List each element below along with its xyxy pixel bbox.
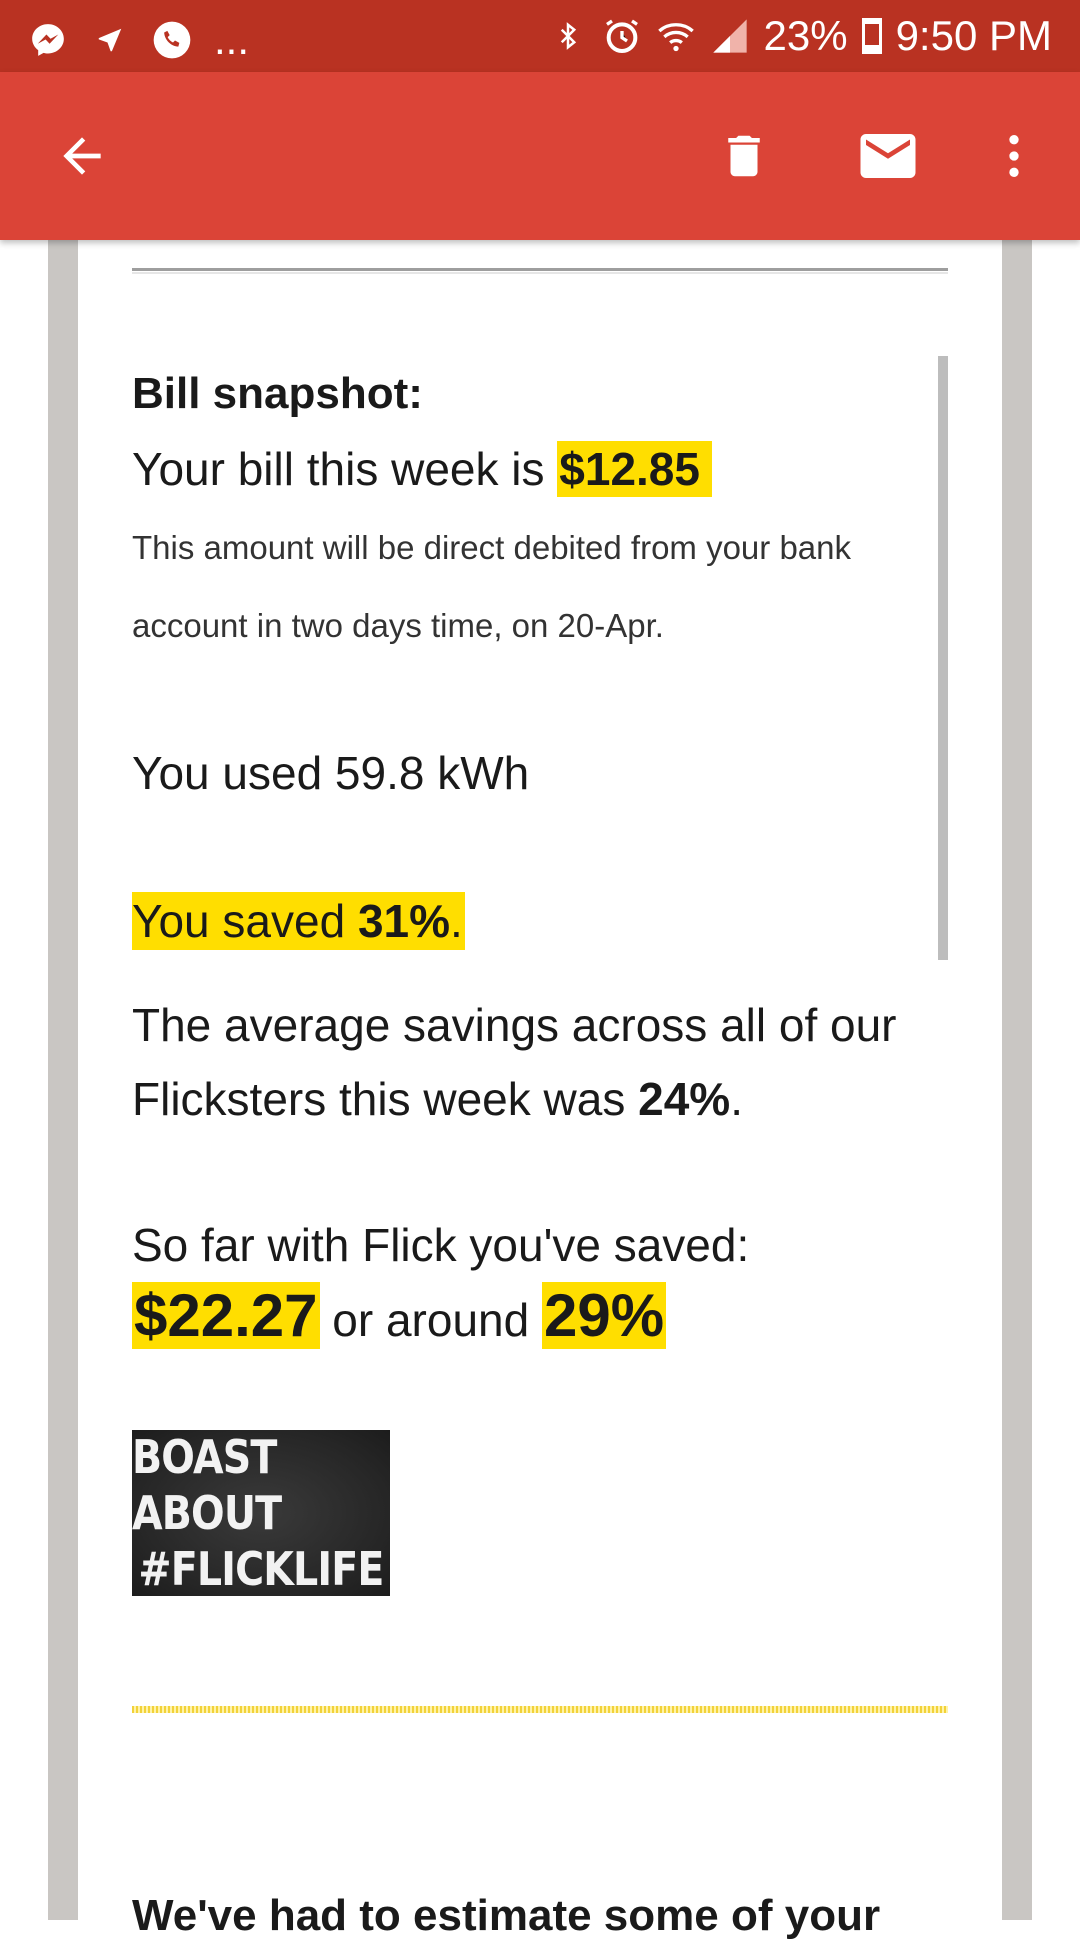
estimate-heading: We've had to estimate some of your: [132, 1891, 881, 1940]
bill-prefix: Your bill this week is: [132, 443, 558, 495]
boast-line-2: #FLICKLIFE: [138, 1542, 384, 1596]
boast-line-1: BOAST ABOUT: [132, 1430, 282, 1540]
clock: 9:50 PM: [895, 12, 1052, 59]
so-far-line: $22.27 or around 29%: [132, 1280, 667, 1356]
so-far-label: So far with Flick you've saved:: [132, 1219, 750, 1271]
wifi-icon: [656, 16, 696, 56]
debit-line-2: account in two days time, on 20-Apr.: [132, 607, 664, 644]
average-line-1: The average savings across all of our: [132, 999, 897, 1051]
usage-text: You used 59.8 kWh: [132, 747, 530, 799]
delete-button[interactable]: [704, 116, 784, 196]
trash-icon: [728, 135, 760, 177]
average-prefix: Flicksters this week was: [132, 1073, 639, 1125]
messenger-icon: [28, 20, 68, 60]
bluetooth-icon: [548, 16, 588, 56]
average-line-2: Flicksters this week was 24%.: [132, 1070, 743, 1128]
mail-icon: [860, 134, 916, 178]
so-far-amount: $22.27: [132, 1282, 320, 1349]
navigation-icon: [90, 20, 130, 60]
back-arrow-icon: [63, 137, 101, 175]
app-bar: [0, 72, 1080, 240]
average-percent: 24%: [638, 1073, 731, 1125]
debit-line-1: This amount will be direct debited from …: [132, 529, 852, 566]
status-bar: ... 23% 9:50 PM: [0, 0, 1080, 72]
saved-suffix: .: [450, 895, 463, 947]
top-divider: [132, 268, 948, 274]
more-vert-icon: [1009, 135, 1019, 177]
inner-scrollbar[interactable]: [938, 356, 948, 960]
battery-icon: [861, 18, 882, 54]
back-button[interactable]: [42, 116, 122, 196]
bill-line: Your bill this week is $12.85: [132, 440, 712, 498]
yellow-divider: [132, 1706, 948, 1713]
alarm-icon: [602, 16, 642, 56]
average-suffix: .: [730, 1073, 743, 1125]
more-notifications-indicator: ...: [214, 16, 250, 63]
phone-icon: [152, 20, 192, 60]
saved-prefix: You saved: [132, 895, 358, 947]
mark-unread-button[interactable]: [848, 116, 928, 196]
so-far-middle: or around: [319, 1294, 542, 1346]
bill-amount: $12.85: [557, 441, 712, 497]
saved-percent: 31%: [357, 895, 451, 947]
snapshot-heading: Bill snapshot:: [132, 369, 423, 418]
boast-about-flicklife-button[interactable]: BOAST ABOUT #FLICKLIFE: [132, 1430, 390, 1596]
battery-percent: 23%: [763, 12, 848, 59]
so-far-percent: 29%: [542, 1282, 667, 1349]
saved-line: You saved 31%.: [132, 892, 465, 950]
more-options-button[interactable]: [974, 116, 1054, 196]
signal-icon: [710, 16, 750, 56]
